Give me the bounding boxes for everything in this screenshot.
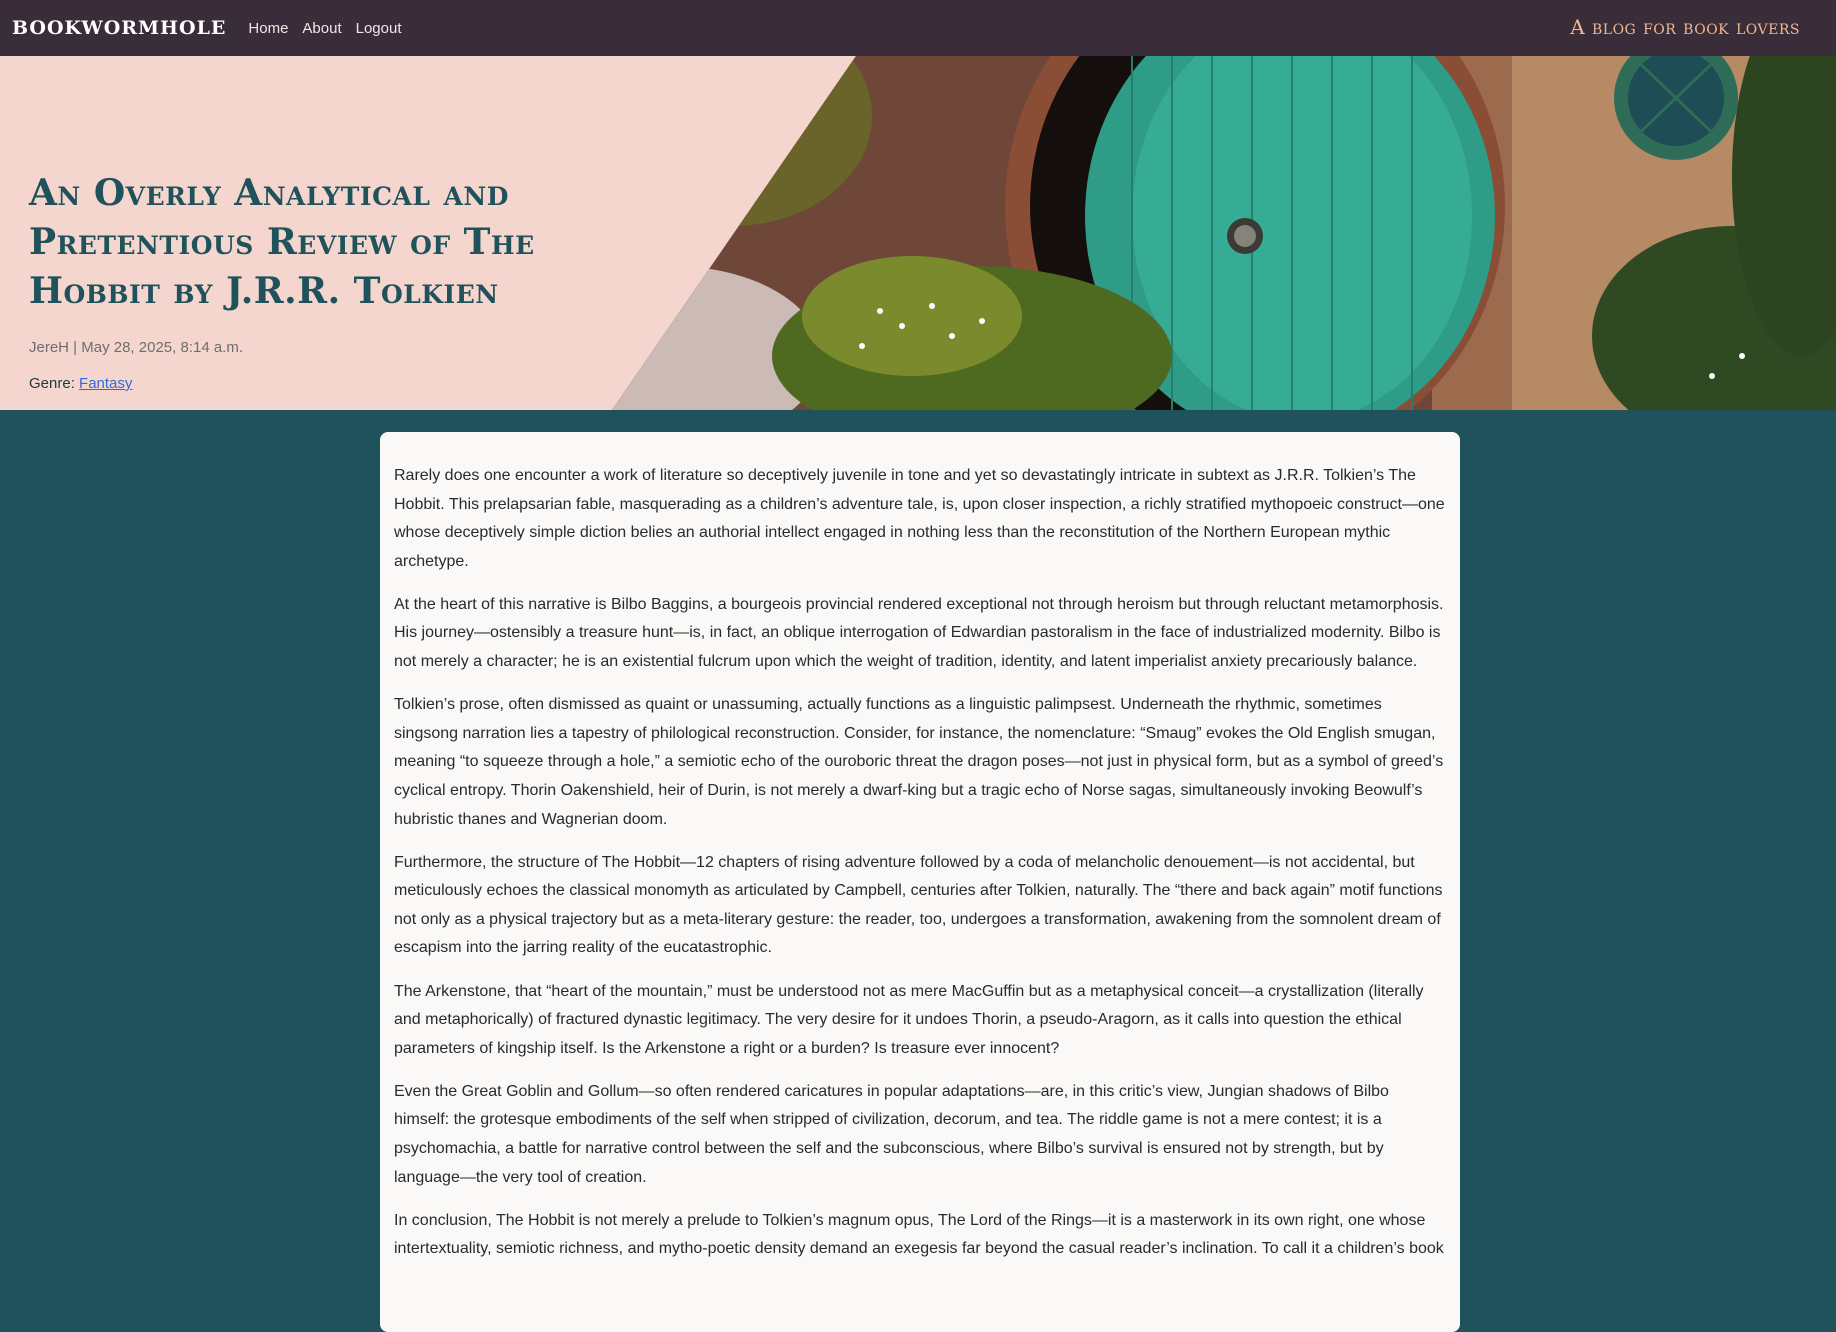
genre-link[interactable]: Fantasy (79, 375, 132, 392)
article-card: Rarely does one encounter a work of lite… (380, 432, 1460, 1332)
nav-about-link[interactable]: About (302, 20, 341, 37)
article-paragraph: The Arkenstone, that “heart of the mount… (394, 982, 1424, 1057)
article-paragraph: In conclusion, The Hobbit is not merely … (394, 1211, 1444, 1258)
post-header: An Overly Analytical and Pretentious Rev… (29, 169, 669, 392)
genre-label: Genre: (29, 375, 80, 392)
nav-logout-link[interactable]: Logout (356, 20, 402, 37)
nav-home-link[interactable]: Home (248, 20, 288, 37)
article-paragraph: Rarely does one encounter a work of lite… (394, 467, 1445, 570)
post-title: An Overly Analytical and Pretentious Rev… (29, 172, 535, 312)
hobbit-door-image (612, 56, 1836, 410)
article-paragraph: At the heart of this narrative is Bilbo … (394, 595, 1444, 671)
site-tagline: A blog for book lovers (1570, 15, 1800, 39)
article-paragraph: Furthermore, the structure of The Hobbit… (394, 853, 1443, 957)
post-meta: JereH | May 28, 2025, 8:14 a.m. (29, 339, 244, 356)
article-paragraph: Tolkien’s prose, often dismissed as quai… (394, 696, 1444, 828)
article-paragraph: Even the Great Goblin and Gollum—so ofte… (394, 1082, 1389, 1186)
post-hero: An Overly Analytical and Pretentious Rev… (0, 56, 1836, 410)
top-navbar: BOOKWORMHOLE Home About Logout A blog fo… (0, 0, 1836, 56)
post-genre: Genre: Fantasy (29, 375, 669, 392)
site-brand[interactable]: BOOKWORMHOLE (12, 17, 226, 39)
